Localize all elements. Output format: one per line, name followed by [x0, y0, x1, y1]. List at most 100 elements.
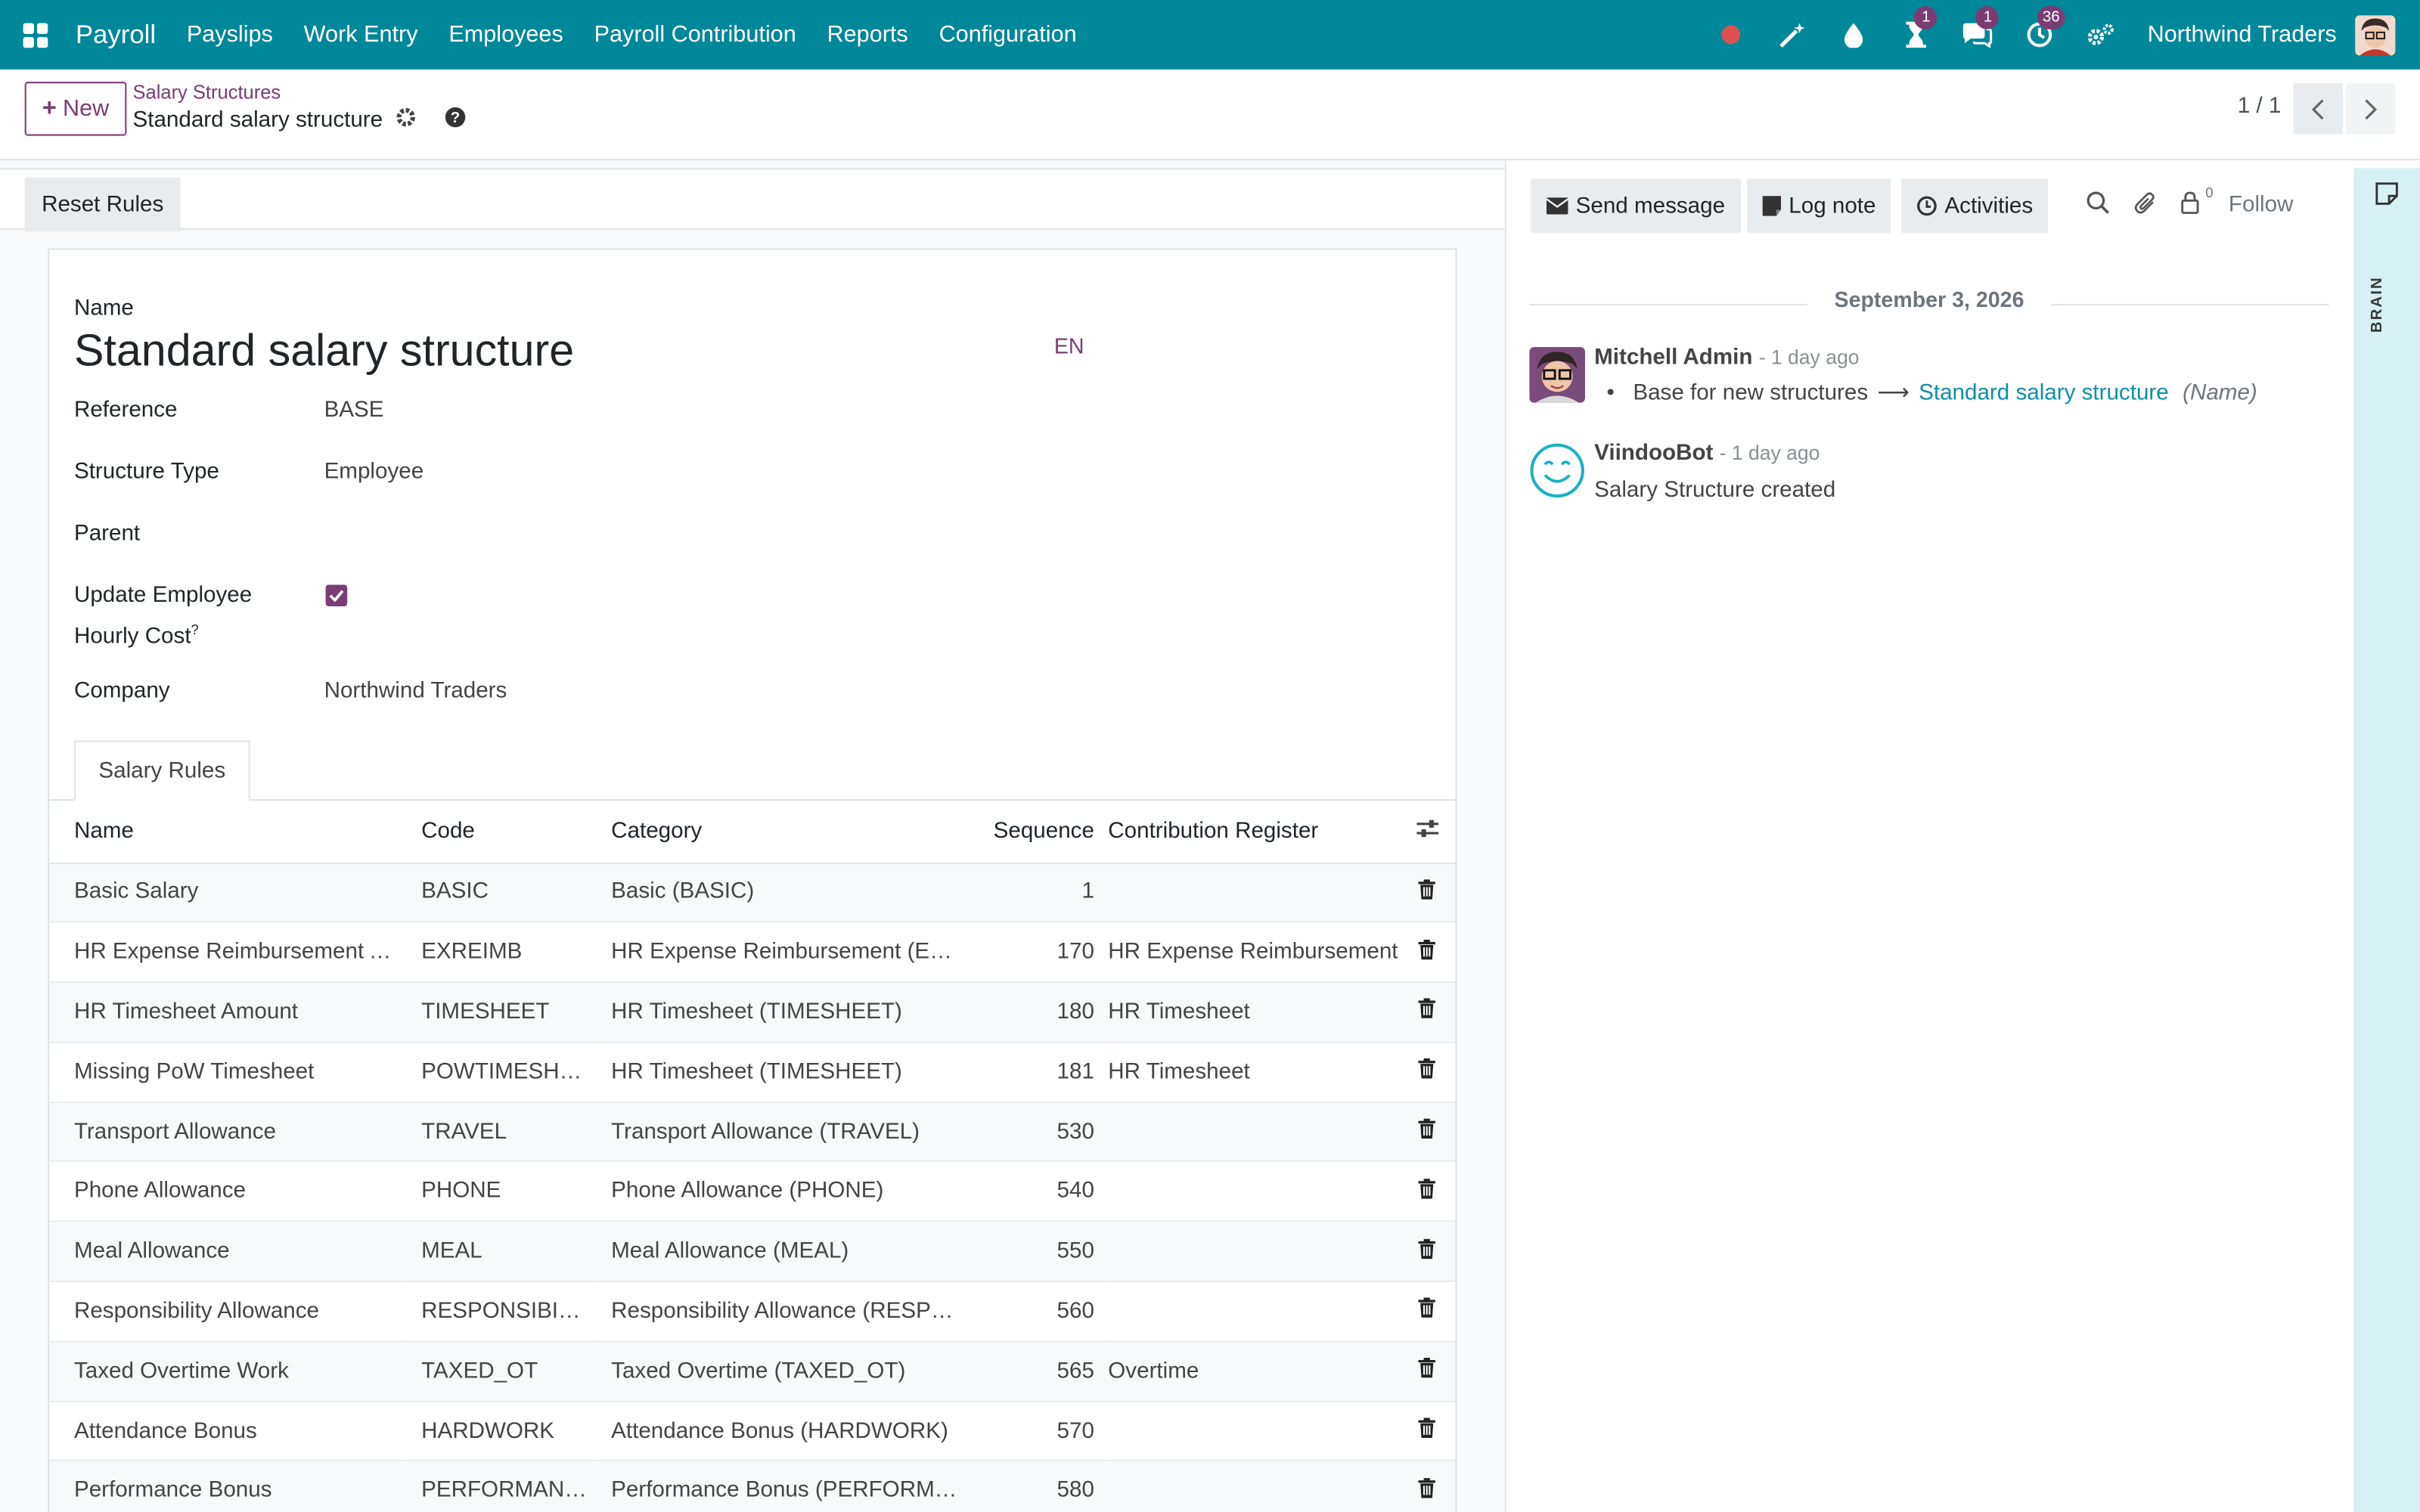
search-icon[interactable]: [2086, 191, 2110, 222]
rule-category-cell[interactable]: Basic (BASIC): [592, 862, 963, 923]
table-row[interactable]: HR Expense Reimbursement AmountEXREIMB HR…: [49, 922, 1456, 984]
rule-category-cell[interactable]: HR Timesheet (TIMESHEET): [592, 1042, 963, 1103]
rule-sequence-cell[interactable]: 181: [963, 1042, 1109, 1103]
table-row[interactable]: Basic Salary BASIC Basic (BASIC) 1: [49, 862, 1456, 923]
rule-name-cell[interactable]: Meal Allowance: [49, 1221, 406, 1283]
rule-code-cell[interactable]: MEAL: [405, 1221, 593, 1283]
rule-code-cell[interactable]: PHONE: [405, 1161, 593, 1222]
rule-code-cell[interactable]: PERFORMANCE: [405, 1461, 593, 1512]
rule-name-cell[interactable]: Missing PoW Timesheet: [49, 1042, 406, 1103]
rule-code-cell[interactable]: POWTIMESHEET: [405, 1042, 593, 1103]
rule-name-cell[interactable]: Basic Salary: [49, 862, 406, 923]
rule-name-cell[interactable]: HR Timesheet Amount: [49, 982, 406, 1043]
menu-payroll-contribution[interactable]: Payroll Contribution: [594, 22, 796, 48]
rule-code-cell[interactable]: TAXED_OT: [405, 1341, 593, 1402]
table-row[interactable]: Missing PoW Timesheet POWTIMESHEET HR Time…: [49, 1042, 1456, 1103]
help-tooltip-mark[interactable]: ?: [191, 621, 199, 637]
col-header-code[interactable]: Code: [405, 801, 593, 863]
table-row[interactable]: HR Timesheet Amount TIMESHEET HR Timesheet…: [49, 982, 1456, 1043]
rule-category-cell[interactable]: HR Timesheet (TIMESHEET): [592, 982, 963, 1043]
rule-category-cell[interactable]: Meal Allowance (MEAL): [592, 1221, 963, 1283]
bot-avatar[interactable]: [1529, 443, 1584, 498]
rule-name-cell[interactable]: Performance Bonus: [49, 1461, 406, 1512]
table-row[interactable]: Phone Allowance PHONE Phone Allowance (PHO…: [49, 1161, 1456, 1222]
rule-sequence-cell[interactable]: 560: [963, 1281, 1109, 1343]
delete-row-button[interactable]: [1398, 862, 1456, 923]
table-row[interactable]: Taxed Overtime Work TAXED_OT Taxed Overtim…: [49, 1341, 1456, 1402]
pager-value[interactable]: 1 / 1: [2238, 94, 2282, 119]
col-header-contribution-register[interactable]: Contribution Register: [1108, 801, 1398, 863]
sticky-note-icon[interactable]: [2375, 182, 2399, 213]
rule-code-cell[interactable]: RESPONSIBILITY: [405, 1281, 593, 1343]
rule-register-cell[interactable]: [1108, 1221, 1398, 1283]
app-name[interactable]: Payroll: [76, 20, 156, 51]
rule-register-cell[interactable]: HR Expense Reimbursement: [1108, 922, 1398, 984]
rule-sequence-cell[interactable]: 180: [963, 982, 1109, 1043]
rule-register-cell[interactable]: [1108, 1461, 1398, 1512]
avatar[interactable]: [1529, 347, 1585, 403]
col-header-sequence[interactable]: Sequence: [963, 801, 1109, 863]
rule-code-cell[interactable]: BASIC: [405, 862, 593, 923]
rule-name-cell[interactable]: HR Expense Reimbursement Amount: [49, 922, 406, 984]
rule-register-cell[interactable]: HR Timesheet: [1108, 982, 1398, 1043]
reference-field[interactable]: BASE: [324, 393, 384, 427]
new-button[interactable]: + New: [24, 82, 127, 136]
rule-category-cell[interactable]: Taxed Overtime (TAXED_OT): [592, 1341, 963, 1402]
rule-sequence-cell[interactable]: 580: [963, 1461, 1109, 1512]
delete-row-button[interactable]: [1398, 982, 1456, 1043]
tab-salary-rules[interactable]: Salary Rules: [73, 740, 250, 801]
rule-name-cell[interactable]: Responsibility Allowance: [49, 1281, 406, 1343]
delete-row-button[interactable]: [1398, 1281, 1456, 1343]
clock-icon[interactable]: 36: [2022, 5, 2065, 51]
log-note-button[interactable]: Log note: [1747, 178, 1891, 234]
follow-button[interactable]: Follow: [2229, 193, 2294, 218]
pager-next-button[interactable]: [2346, 83, 2396, 135]
rule-register-cell[interactable]: [1108, 1281, 1398, 1343]
settings-icon[interactable]: [2084, 17, 2118, 51]
col-header-category[interactable]: Category: [592, 801, 963, 863]
rule-register-cell[interactable]: HR Timesheet: [1108, 1042, 1398, 1103]
activities-button[interactable]: Activities: [1901, 178, 2049, 234]
rule-code-cell[interactable]: EXREIMB: [405, 922, 593, 984]
rule-sequence-cell[interactable]: 550: [963, 1221, 1109, 1283]
record-icon[interactable]: [1714, 17, 1748, 51]
language-button[interactable]: EN: [1054, 333, 1084, 358]
parent-field[interactable]: [324, 517, 787, 551]
rule-category-cell[interactable]: Attendance Bonus (HARDWORK): [592, 1401, 963, 1462]
menu-employees[interactable]: Employees: [448, 22, 563, 48]
rule-register-cell[interactable]: [1108, 1161, 1398, 1222]
company-field[interactable]: Northwind Traders: [324, 674, 507, 708]
rule-sequence-cell[interactable]: 530: [963, 1101, 1109, 1163]
send-message-button[interactable]: Send message: [1531, 178, 1741, 234]
rule-sequence-cell[interactable]: 540: [963, 1161, 1109, 1222]
structure-name-field[interactable]: Standard salary structure: [74, 327, 574, 378]
table-row[interactable]: Responsibility Allowance RESPONSIBILITY Re…: [49, 1281, 1456, 1343]
update-hourly-cost-checkbox[interactable]: [325, 584, 348, 607]
col-header-name[interactable]: Name: [49, 801, 406, 863]
rule-category-cell[interactable]: Responsibility Allowance (RESPONSIBILITY…: [592, 1281, 963, 1343]
rule-sequence-cell[interactable]: 565: [963, 1341, 1109, 1402]
rule-category-cell[interactable]: Phone Allowance (PHONE): [592, 1161, 963, 1222]
rule-name-cell[interactable]: Phone Allowance: [49, 1161, 406, 1222]
brain-side-panel[interactable]: BRAIN: [2353, 168, 2420, 1512]
rule-register-cell[interactable]: [1108, 1101, 1398, 1163]
message-author-name[interactable]: Mitchell Admin: [1594, 345, 1752, 370]
rule-sequence-cell[interactable]: 1: [963, 862, 1109, 923]
menu-payslips[interactable]: Payslips: [187, 22, 273, 48]
table-row[interactable]: Attendance Bonus HARDWORK Attendance Bonus…: [49, 1401, 1456, 1462]
table-row[interactable]: Performance Bonus PERFORMANCE Performance …: [49, 1461, 1456, 1512]
rule-sequence-cell[interactable]: 570: [963, 1401, 1109, 1462]
company-switcher[interactable]: Northwind Traders: [2148, 22, 2337, 48]
rule-register-cell[interactable]: [1108, 1401, 1398, 1462]
delete-row-button[interactable]: [1398, 1042, 1456, 1103]
optional-columns-toggle[interactable]: [1398, 801, 1456, 863]
menu-reports[interactable]: Reports: [827, 22, 908, 48]
delete-row-button[interactable]: [1398, 1221, 1456, 1283]
rule-code-cell[interactable]: HARDWORK: [405, 1401, 593, 1462]
delete-row-button[interactable]: [1398, 1401, 1456, 1462]
delete-row-button[interactable]: [1398, 1341, 1456, 1402]
magic-wand-icon[interactable]: [1776, 17, 1810, 51]
rule-code-cell[interactable]: TIMESHEET: [405, 982, 593, 1043]
user-avatar[interactable]: [2355, 14, 2396, 55]
apps-menu-icon[interactable]: [23, 22, 48, 48]
